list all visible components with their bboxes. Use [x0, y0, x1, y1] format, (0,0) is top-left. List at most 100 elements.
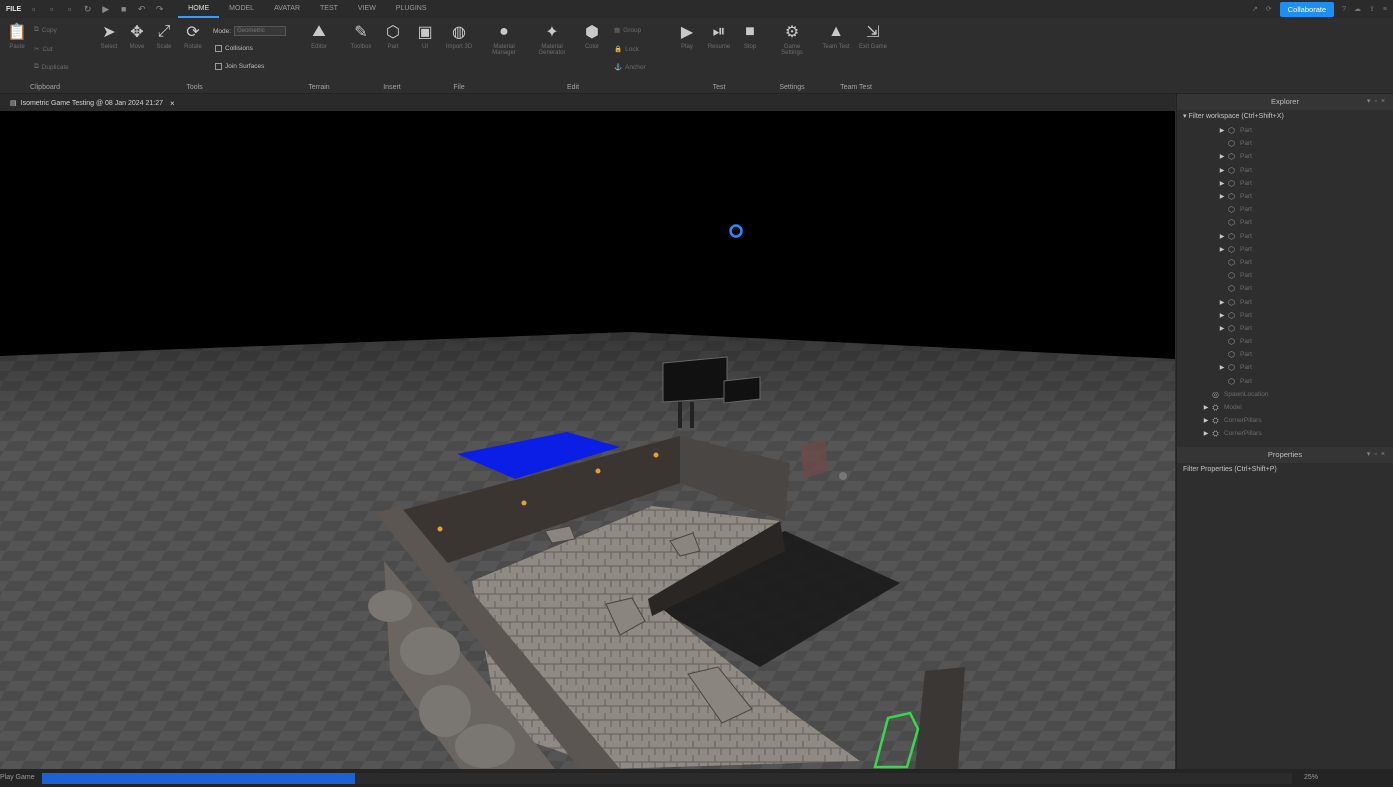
join-surfaces-checkbox[interactable] — [215, 63, 222, 70]
anchor-button[interactable]: ⚓ Anchor — [614, 63, 646, 72]
explorer-filter[interactable]: ▾ Filter workspace (Ctrl+Shift+X) — [1177, 110, 1393, 124]
copy-button[interactable]: ⧉ Copy — [34, 26, 57, 34]
explorer-window-controls[interactable]: ▾▫× — [1367, 94, 1389, 110]
material-manager-button[interactable]: ● Material Manager — [486, 22, 522, 56]
sync-icon[interactable]: ⟳ — [1266, 5, 1272, 13]
stop-button[interactable]: ■ Stop — [735, 22, 765, 50]
rotate-tool-button[interactable]: ⟳ Rotate — [178, 22, 208, 50]
tab-home[interactable]: HOME — [178, 0, 220, 18]
explorer-item[interactable]: ⬡ Part — [1183, 216, 1393, 229]
explorer-item[interactable]: ▶ ⛭ CornerPillars — [1183, 414, 1393, 427]
expand-arrow-icon[interactable]: ▶ — [1217, 233, 1227, 240]
collisions-toggle[interactable]: Collisions — [215, 45, 253, 52]
toolbox-button[interactable]: ✎ Toolbox — [346, 22, 376, 50]
explorer-item[interactable]: ▶ ⬡ Part — [1183, 150, 1393, 163]
tab-test[interactable]: TEST — [310, 0, 348, 18]
notification-icon[interactable]: ↗ — [1252, 5, 1258, 13]
cloud-icon[interactable]: ☁ — [1354, 5, 1361, 13]
play-icon[interactable]: ▶ — [101, 4, 110, 14]
explorer-item[interactable]: ▶ ⬡ Part — [1183, 322, 1393, 335]
model-icon: ⛭ — [1212, 403, 1219, 413]
explorer-item[interactable]: ⬡ Part — [1183, 256, 1393, 269]
expand-arrow-icon[interactable]: ▶ — [1217, 180, 1227, 187]
resume-button[interactable]: ⏯ Resume — [704, 22, 734, 50]
scale-tool-button[interactable]: ⤢ Scale — [149, 22, 179, 50]
expand-arrow-icon[interactable]: ▶ — [1201, 404, 1211, 411]
import-3d-button[interactable]: ◍ Import 3D — [444, 22, 474, 50]
collisions-checkbox[interactable] — [215, 45, 222, 52]
explorer-item[interactable]: ▶ ⬡ Part — [1183, 124, 1393, 137]
expand-arrow-icon[interactable]: ▶ — [1217, 193, 1227, 200]
open-file-icon[interactable]: ▫ — [47, 4, 56, 14]
expand-arrow-icon[interactable]: ▶ — [1217, 153, 1227, 160]
team-test-button[interactable]: ▲ Team Test — [821, 22, 851, 50]
new-file-icon[interactable]: ▫ — [29, 4, 38, 14]
refresh-icon[interactable]: ↻ — [83, 4, 92, 14]
cut-button[interactable]: ✂ Cut — [34, 45, 53, 54]
color-button[interactable]: ⬢ Color — [577, 22, 607, 50]
select-tool-button[interactable]: ➤ Select — [94, 22, 124, 50]
explorer-item[interactable]: ⬡ Part — [1183, 375, 1393, 388]
explorer-item[interactable]: ▶ ⬡ Part — [1183, 309, 1393, 322]
lock-button[interactable]: 🔒 Lock — [614, 45, 639, 54]
expand-arrow-icon[interactable]: ▶ — [1217, 312, 1227, 319]
explorer-item[interactable]: ▶ ⬡ Part — [1183, 164, 1393, 177]
tab-model[interactable]: MODEL — [219, 0, 264, 18]
part-button[interactable]: ⬡ Part — [378, 22, 408, 50]
explorer-item[interactable]: ⬡ Part — [1183, 269, 1393, 282]
explorer-item[interactable]: ⬡ Part — [1183, 137, 1393, 150]
expand-arrow-icon[interactable]: ▶ — [1217, 299, 1227, 306]
properties-filter[interactable]: Filter Properties (Ctrl+Shift+P) — [1177, 463, 1393, 477]
join-surfaces-toggle[interactable]: Join Surfaces — [215, 63, 264, 70]
3d-viewport[interactable] — [0, 111, 1175, 769]
explorer-item[interactable]: ▶ ⬡ Part — [1183, 177, 1393, 190]
explorer-item[interactable]: ⬡ Part — [1183, 203, 1393, 216]
tab-plugins[interactable]: PLUGINS — [386, 0, 437, 18]
save-icon[interactable]: ▫ — [65, 4, 74, 14]
explorer-item[interactable]: ◎ SpawnLocation — [1183, 388, 1393, 401]
file-menu[interactable]: FILE — [0, 6, 29, 13]
material-generator-button[interactable]: ✦ Material Generator — [533, 22, 571, 56]
paste-button[interactable]: 📋 Paste — [2, 22, 32, 50]
expand-arrow-icon[interactable]: ▶ — [1217, 167, 1227, 174]
expand-arrow-icon[interactable]: ▶ — [1217, 325, 1227, 332]
duplicate-button[interactable]: ⧉ Duplicate — [34, 63, 69, 71]
share-icon[interactable]: ⇪ — [1369, 5, 1375, 13]
move-tool-button[interactable]: ✥ Move — [122, 22, 152, 50]
explorer-item[interactable]: ⬡ Part — [1183, 282, 1393, 295]
explorer-item[interactable]: ▶ ⬡ Part — [1183, 295, 1393, 308]
explorer-item[interactable]: ▶ ⬡ Part — [1183, 190, 1393, 203]
explorer-item[interactable]: ⬡ Part — [1183, 335, 1393, 348]
stop-icon[interactable]: ■ — [119, 4, 128, 14]
game-settings-button[interactable]: ⚙ Game Settings — [777, 22, 807, 56]
explorer-item[interactable]: ▶ ⛭ CornerPillars — [1183, 427, 1393, 440]
help-icon[interactable]: ? — [1342, 6, 1346, 13]
play-button[interactable]: ▶ Play — [672, 22, 702, 50]
close-tab-icon[interactable]: × — [170, 99, 175, 108]
expand-arrow-icon[interactable]: ▶ — [1217, 127, 1227, 134]
undo-icon[interactable]: ↶ — [137, 4, 146, 14]
redo-icon[interactable]: ↷ — [155, 4, 164, 14]
expand-arrow-icon[interactable]: ▶ — [1201, 430, 1211, 437]
mode-selector[interactable]: Mode: Geometric — [213, 26, 287, 36]
document-tab[interactable]: ▤ Isometric Game Testing @ 08 Jan 2024 2… — [4, 96, 181, 110]
exit-game-button[interactable]: ⇲ Exit Game — [858, 22, 888, 50]
explorer-item[interactable]: ⬡ Part — [1183, 348, 1393, 361]
explorer-item[interactable]: ▶ ⬡ Part — [1183, 230, 1393, 243]
expand-arrow-icon[interactable]: ▶ — [1201, 417, 1211, 424]
cut-icon: ✂ — [34, 46, 40, 53]
tab-avatar[interactable]: AVATAR — [264, 0, 310, 18]
explorer-item[interactable]: ▶ ⛭ Model — [1183, 401, 1393, 414]
expand-arrow-icon[interactable]: ▶ — [1217, 364, 1227, 371]
mode-dropdown[interactable]: Geometric — [234, 26, 287, 36]
expand-arrow-icon[interactable]: ▶ — [1217, 246, 1227, 253]
tab-view[interactable]: VIEW — [348, 0, 386, 18]
explorer-item[interactable]: ▶ ⬡ Part — [1183, 243, 1393, 256]
properties-window-controls[interactable]: ▾▫× — [1367, 447, 1389, 463]
group-button[interactable]: ▦ Group — [614, 26, 641, 35]
terrain-editor-button[interactable]: ⛰ Editor — [304, 22, 334, 50]
explorer-item[interactable]: ▶ ⬡ Part — [1183, 361, 1393, 374]
user-menu-icon[interactable]: ≡ — [1383, 6, 1387, 13]
ui-button[interactable]: ▣ UI — [410, 22, 440, 50]
collaborate-button[interactable]: Collaborate — [1279, 1, 1335, 17]
